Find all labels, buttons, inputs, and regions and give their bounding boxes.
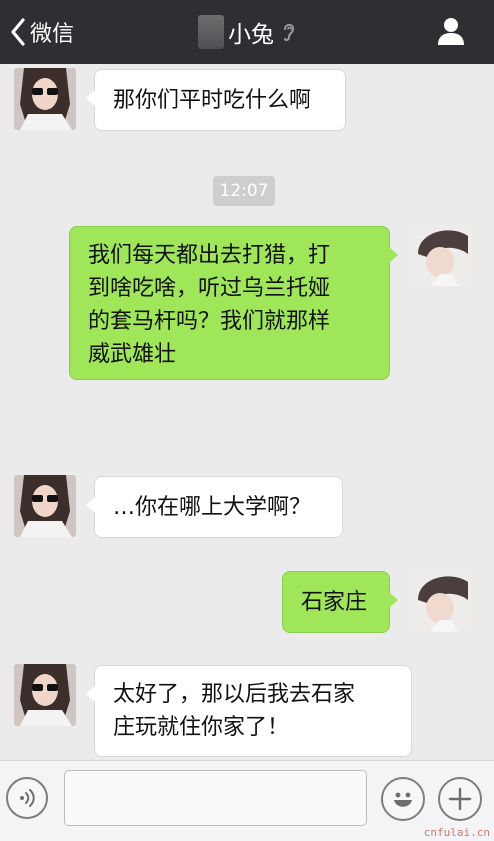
- profile-icon[interactable]: [436, 16, 466, 46]
- message-line: 庄玩就住你家了！: [113, 715, 290, 740]
- message-bubble-incoming[interactable]: 那你们平时吃什么啊: [86, 69, 346, 131]
- message-line: 威武雄壮: [88, 342, 177, 367]
- emoji-button[interactable]: [381, 777, 425, 821]
- message-text: 那你们平时吃什么啊: [113, 88, 312, 113]
- voice-icon: [20, 789, 35, 807]
- avatar-photo: [410, 570, 472, 632]
- message-line: 的套马杆吗？我们就那样: [88, 309, 331, 334]
- avatar-photo: [14, 475, 76, 537]
- contact-avatar[interactable]: [14, 664, 76, 726]
- message-timestamp: 12:07: [213, 176, 275, 206]
- message-bubble-outgoing[interactable]: 石家庄: [282, 571, 398, 633]
- chat-title-area: 小兔: [0, 14, 494, 50]
- smiley-icon: [394, 792, 412, 807]
- message-text: …你在哪上大学啊？: [113, 495, 312, 520]
- plus-icon: [448, 787, 472, 811]
- message-line: 我们每天都出去打猎，打: [88, 243, 331, 268]
- message-input[interactable]: [64, 770, 367, 826]
- my-avatar[interactable]: [410, 570, 472, 632]
- avatar-photo: [410, 224, 472, 286]
- contact-avatar[interactable]: [14, 475, 76, 537]
- chat-header: 微信 小兔: [0, 0, 494, 64]
- message-bubble-incoming[interactable]: 太好了，那以后我去石家 庄玩就住你家了！: [86, 665, 412, 757]
- message-line: 到啥吃啥，听过乌兰托娅: [88, 276, 331, 301]
- title-blurred-region: [198, 15, 224, 49]
- chat-area[interactable]: 那你们平时吃什么啊 12:07 我们每天都出去打猎，打 到啥吃啥，听过乌兰托娅 …: [0, 64, 494, 760]
- avatar-photo: [14, 68, 76, 130]
- ear-icon: [284, 23, 295, 42]
- contact-avatar[interactable]: [14, 68, 76, 130]
- page-title: 小兔: [228, 22, 274, 48]
- message-bubble-outgoing[interactable]: 我们每天都出去打猎，打 到啥吃啥，听过乌兰托娅 的套马杆吗？我们就那样 威武雄壮: [69, 226, 398, 380]
- message-bubble-incoming[interactable]: …你在哪上大学啊？: [86, 476, 343, 538]
- watermark: cnfulai.cn: [423, 826, 490, 839]
- input-bar: [0, 760, 494, 841]
- more-button[interactable]: [438, 777, 482, 821]
- my-avatar[interactable]: [410, 224, 472, 286]
- avatar-photo: [14, 664, 76, 726]
- voice-button[interactable]: [6, 777, 48, 819]
- message-text: 石家庄: [301, 590, 368, 615]
- message-line: 太好了，那以后我去石家: [113, 682, 356, 707]
